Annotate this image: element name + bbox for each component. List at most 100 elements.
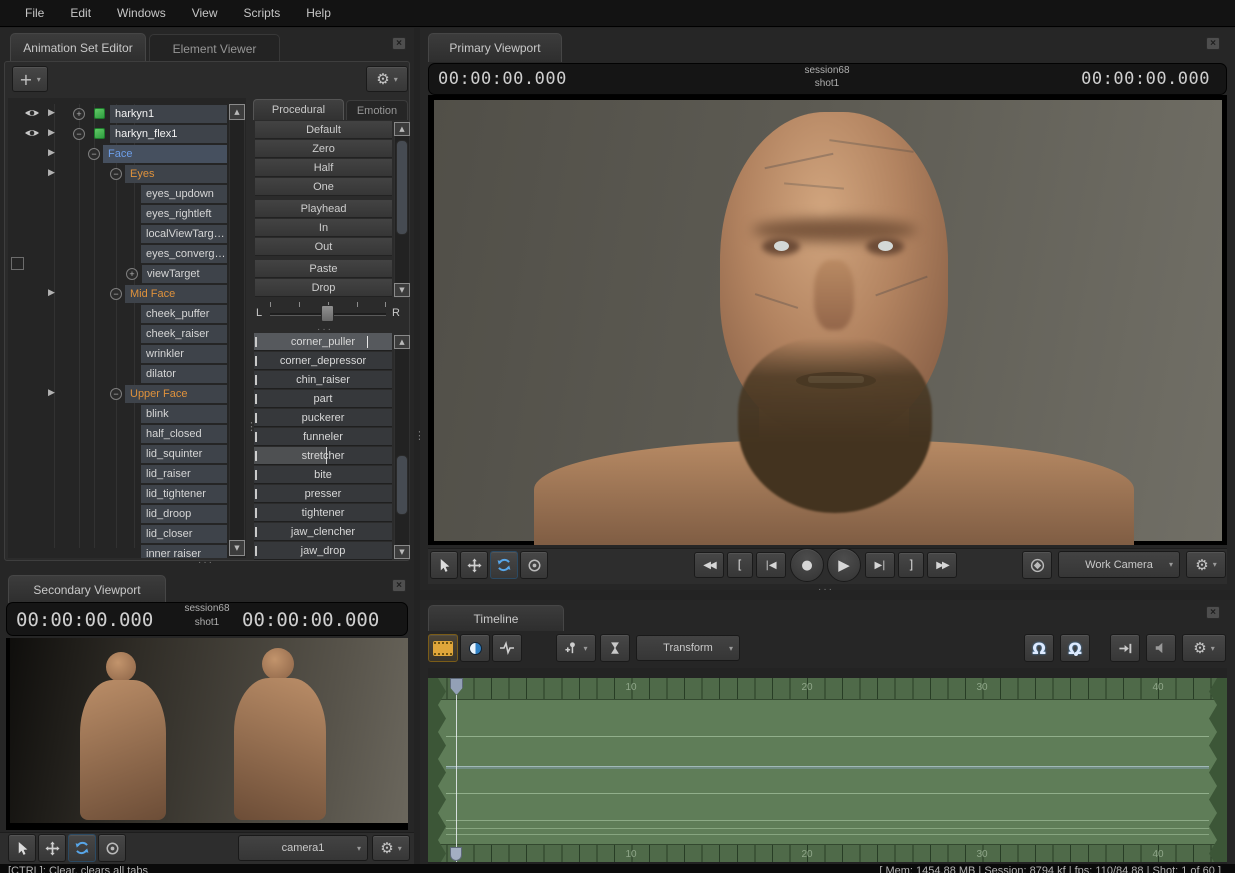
tree-row[interactable]: localViewTarg… bbox=[8, 224, 229, 244]
timeline-settings-button[interactable]: ⚙ ▾ bbox=[1182, 634, 1226, 662]
tree-row-mid-face[interactable]: ▶ − Mid Face bbox=[8, 284, 229, 304]
preset-playhead[interactable]: Playhead bbox=[255, 200, 392, 218]
scroll-up-icon[interactable]: ▲ bbox=[229, 104, 245, 120]
menu-file[interactable]: File bbox=[12, 0, 57, 27]
scroll-down-icon[interactable]: ▼ bbox=[394, 283, 410, 297]
select-tool-button[interactable] bbox=[8, 834, 36, 862]
camera-select-dropdown[interactable]: camera1 ▾ bbox=[238, 835, 368, 861]
balance-slider-handle[interactable] bbox=[321, 305, 334, 322]
morph-slider[interactable]: jaw_drop bbox=[254, 542, 392, 560]
secondary-viewport-render[interactable] bbox=[6, 638, 408, 830]
tree-row[interactable]: cheek_puffer bbox=[8, 304, 229, 324]
tree-row-harkyn-flex1[interactable]: ▶ − harkyn_flex1 bbox=[8, 124, 229, 144]
tab-timeline[interactable]: Timeline bbox=[428, 605, 564, 631]
scrollbar-thumb[interactable] bbox=[396, 455, 408, 515]
toggle-icon[interactable]: + bbox=[126, 268, 138, 280]
menu-help[interactable]: Help bbox=[293, 0, 344, 27]
menu-windows[interactable]: Windows bbox=[104, 0, 179, 27]
record-button[interactable]: ● bbox=[790, 548, 824, 582]
splitter-grip[interactable]: ··· bbox=[818, 587, 834, 593]
tree-row[interactable]: blink bbox=[8, 404, 229, 424]
select-tool-button[interactable] bbox=[430, 551, 458, 579]
time-selection-button[interactable] bbox=[600, 634, 630, 662]
tree-row[interactable]: cheek_raiser bbox=[8, 324, 229, 344]
move-tool-button[interactable] bbox=[38, 834, 66, 862]
tree-row-face[interactable]: ▶ − Face bbox=[8, 144, 229, 164]
scroll-up-icon[interactable]: ▲ bbox=[394, 335, 410, 349]
morph-slider[interactable]: jaw_clencher bbox=[254, 523, 392, 541]
camera-overlay-button[interactable] bbox=[1022, 551, 1052, 579]
skip-to-end-button[interactable] bbox=[1110, 634, 1140, 662]
close-icon[interactable]: × bbox=[1206, 606, 1220, 619]
tab-primary-viewport[interactable]: Primary Viewport bbox=[428, 33, 562, 62]
camera-select-dropdown[interactable]: Work Camera ▾ bbox=[1058, 551, 1180, 578]
snap-playhead-button[interactable]: Ω bbox=[1060, 634, 1090, 662]
menu-scripts[interactable]: Scripts bbox=[231, 0, 294, 27]
animation-set-tree[interactable]: ▶ + harkyn1 ▶ − harkyn_flex1 ▶ − Face ▶ … bbox=[8, 98, 246, 558]
toggle-icon[interactable]: − bbox=[73, 128, 85, 140]
expand-arrow-icon[interactable]: ▶ bbox=[48, 288, 55, 298]
operation-dropdown[interactable]: Transform ▾ bbox=[636, 635, 740, 661]
play-button[interactable]: ▶ bbox=[827, 548, 861, 582]
motion-editor-mode-button[interactable] bbox=[460, 634, 490, 662]
expand-arrow-icon[interactable]: ▶ bbox=[48, 148, 55, 158]
scroll-down-icon[interactable]: ▼ bbox=[394, 545, 410, 559]
tab-emotion[interactable]: Emotion bbox=[346, 100, 408, 120]
playhead-marker-bottom[interactable] bbox=[450, 847, 462, 861]
primary-viewport-render[interactable] bbox=[428, 95, 1227, 545]
scroll-up-icon[interactable]: ▲ bbox=[394, 122, 410, 136]
toggle-icon[interactable]: − bbox=[110, 388, 122, 400]
clip-editor-mode-button[interactable] bbox=[428, 634, 458, 662]
morph-slider[interactable]: presser bbox=[254, 485, 392, 503]
tree-row[interactable]: dilator bbox=[8, 364, 229, 384]
viewport-settings-button[interactable]: ⚙ ▾ bbox=[372, 835, 410, 861]
rotate-tool-button[interactable] bbox=[490, 551, 518, 579]
tab-element-viewer[interactable]: Element Viewer bbox=[149, 34, 280, 62]
frame-forward-button[interactable]: ▶| bbox=[865, 552, 895, 578]
graph-editor-mode-button[interactable] bbox=[492, 634, 522, 662]
tree-row-viewtarget[interactable]: + viewTarget bbox=[8, 264, 229, 284]
tree-row[interactable]: half_closed bbox=[8, 424, 229, 444]
tree-row-harkyn1[interactable]: ▶ + harkyn1 bbox=[8, 104, 229, 124]
clip-start-bracket-button[interactable]: [ bbox=[727, 552, 753, 578]
preset-paste[interactable]: Paste bbox=[255, 260, 392, 278]
rewind-button[interactable]: ◀◀ bbox=[694, 552, 724, 578]
morph-slider[interactable]: bite bbox=[254, 466, 392, 484]
frame-back-button[interactable]: |◀ bbox=[756, 552, 786, 578]
morph-scrollbar[interactable] bbox=[394, 335, 410, 559]
rotate-tool-button[interactable] bbox=[68, 834, 96, 862]
toggle-icon[interactable]: − bbox=[88, 148, 100, 160]
expand-arrow-icon[interactable]: ▶ bbox=[48, 168, 55, 178]
timeline-clip[interactable]: 10 20 30 40 10 20 30 40 bbox=[428, 678, 1227, 862]
eye-icon[interactable] bbox=[24, 127, 40, 140]
expand-arrow-icon[interactable]: ▶ bbox=[48, 108, 55, 118]
orbit-tool-button[interactable] bbox=[520, 551, 548, 579]
menu-view[interactable]: View bbox=[179, 0, 231, 27]
tab-procedural[interactable]: Procedural bbox=[253, 99, 344, 120]
eye-icon[interactable] bbox=[24, 107, 40, 120]
snap-frames-button[interactable]: Ω bbox=[1024, 634, 1054, 662]
tree-row[interactable]: eyes_rightleft bbox=[8, 204, 229, 224]
tree-row[interactable]: lid_tightener bbox=[8, 484, 229, 504]
toggle-icon[interactable]: + bbox=[73, 108, 85, 120]
scrollbar-thumb[interactable] bbox=[396, 140, 408, 235]
morph-slider[interactable]: corner_depressor bbox=[254, 352, 392, 370]
preset-zero[interactable]: Zero bbox=[255, 140, 392, 158]
scroll-down-icon[interactable]: ▼ bbox=[229, 540, 245, 556]
preset-drop[interactable]: Drop bbox=[255, 279, 392, 297]
tree-row-eyes[interactable]: ▶ − Eyes bbox=[8, 164, 229, 184]
add-keyframe-button[interactable]: ▾ bbox=[556, 634, 596, 662]
preset-one[interactable]: One bbox=[255, 178, 392, 196]
audio-mute-button[interactable] bbox=[1146, 634, 1176, 662]
fast-forward-button[interactable]: ▶▶ bbox=[927, 552, 957, 578]
tree-row-upper-face[interactable]: ▶ − Upper Face bbox=[8, 384, 229, 404]
tree-row[interactable]: wrinkler bbox=[8, 344, 229, 364]
move-tool-button[interactable] bbox=[460, 551, 488, 579]
tree-row[interactable]: eyes_updown bbox=[8, 184, 229, 204]
tree-row[interactable]: lid_closer bbox=[8, 524, 229, 544]
morph-slider-stretcher[interactable]: stretcher bbox=[254, 447, 392, 465]
expand-arrow-icon[interactable]: ▶ bbox=[48, 128, 55, 138]
toggle-icon[interactable]: − bbox=[110, 288, 122, 300]
expand-arrow-icon[interactable]: ▶ bbox=[48, 388, 55, 398]
morph-slider[interactable]: tightener bbox=[254, 504, 392, 522]
